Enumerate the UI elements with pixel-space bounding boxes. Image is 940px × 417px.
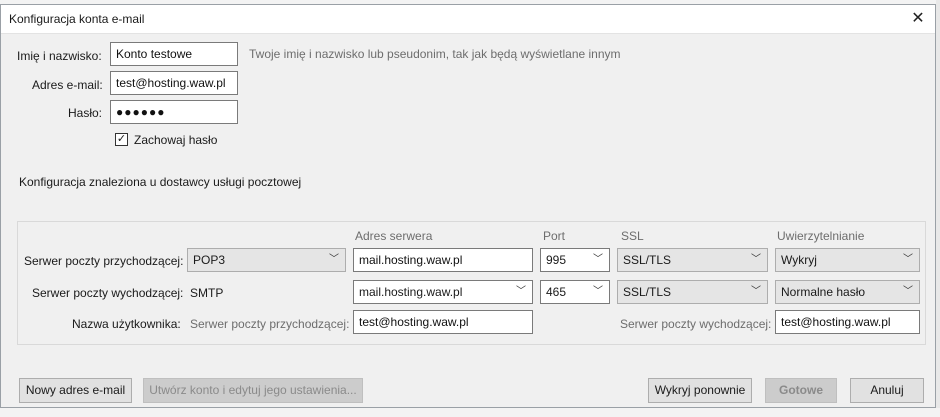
incoming-server-label: Serwer poczty przychodzącej:: [24, 254, 184, 268]
incoming-address-field[interactable]: mail.hosting.waw.pl: [353, 248, 533, 272]
chevron-down-icon: ﹀: [593, 254, 603, 265]
incoming-auth-select[interactable]: Wykryj ﹀: [775, 248, 920, 272]
username-outgoing-label: Serwer poczty wychodzącej:: [620, 317, 772, 331]
close-icon[interactable]: ✕: [907, 8, 929, 30]
outgoing-auth-value: Normalne hasło: [781, 285, 866, 299]
incoming-port-value: 995: [546, 253, 567, 267]
done-button[interactable]: Gotowe: [765, 378, 837, 403]
background-window-edge-bottom: [0, 408, 940, 417]
incoming-protocol-value: POP3: [193, 253, 226, 267]
account-setup-dialog: Konfiguracja konta e-mail ✕ Imię i nazwi…: [0, 4, 936, 408]
outgoing-ssl-select[interactable]: SSL/TLS ﹀: [617, 280, 768, 304]
new-email-button[interactable]: Nowy adres e-mail: [19, 378, 132, 403]
remember-password-label[interactable]: Zachowaj hasło: [134, 133, 217, 147]
remember-password-checkbox[interactable]: ✓: [115, 133, 128, 146]
incoming-port-select[interactable]: 995 ﹀: [540, 248, 610, 272]
chevron-down-icon: ﹀: [751, 286, 761, 297]
manual-config-button[interactable]: Utwórz konto i edytuj jego ustawienia...: [143, 378, 363, 403]
email-label: Adres e-mail:: [32, 78, 103, 92]
name-hint: Twoje imię i nazwisko lub pseudonim, tak…: [249, 47, 621, 61]
window-title: Konfiguracja konta e-mail: [9, 12, 145, 26]
name-label: Imię i nazwisko:: [17, 49, 102, 63]
chevron-down-icon: ﹀: [751, 254, 761, 265]
outgoing-port-value: 465: [546, 285, 567, 299]
header-server-address: Adres serwera: [355, 229, 433, 243]
password-label: Hasło:: [68, 106, 103, 120]
incoming-ssl-select[interactable]: SSL/TLS ﹀: [617, 248, 768, 272]
email-field[interactable]: test@hosting.waw.pl: [110, 71, 238, 95]
outgoing-protocol: SMTP: [190, 286, 224, 300]
title-bar: Konfiguracja konta e-mail ✕: [1, 5, 935, 34]
cancel-button[interactable]: Anuluj: [850, 378, 924, 403]
incoming-ssl-value: SSL/TLS: [623, 253, 672, 267]
outgoing-auth-select[interactable]: Normalne hasło ﹀: [775, 280, 920, 304]
password-field[interactable]: ●●●●●●: [110, 100, 238, 124]
username-incoming-label: Serwer poczty przychodzącej:: [190, 317, 350, 331]
chevron-down-icon: ﹀: [903, 254, 913, 265]
chevron-down-icon: ﹀: [516, 286, 526, 297]
header-authentication: Uwierzytelnianie: [777, 229, 865, 243]
outgoing-address-select[interactable]: mail.hosting.waw.pl ﹀: [353, 280, 533, 304]
check-icon: ✓: [116, 133, 127, 145]
chevron-down-icon: ﹀: [329, 254, 339, 265]
name-field[interactable]: Konto testowe: [110, 42, 238, 66]
outgoing-username-field[interactable]: test@hosting.waw.pl: [775, 310, 920, 334]
config-status-text: Konfiguracja znaleziona u dostawcy usług…: [19, 175, 302, 189]
outgoing-ssl-value: SSL/TLS: [623, 285, 672, 299]
header-ssl: SSL: [621, 229, 644, 243]
incoming-username-field[interactable]: test@hosting.waw.pl: [353, 310, 533, 334]
chevron-down-icon: ﹀: [903, 286, 913, 297]
incoming-protocol-select[interactable]: POP3 ﹀: [187, 248, 346, 272]
background-window-scrollbar: [936, 0, 940, 417]
header-port: Port: [543, 229, 566, 243]
redetect-button[interactable]: Wykryj ponownie: [648, 378, 752, 403]
incoming-auth-value: Wykryj: [781, 253, 817, 267]
outgoing-port-select[interactable]: 465 ﹀: [540, 280, 610, 304]
chevron-down-icon: ﹀: [593, 286, 603, 297]
outgoing-address-value: mail.hosting.waw.pl: [359, 285, 463, 299]
username-label: Nazwa użytkownika:: [72, 317, 181, 331]
outgoing-server-label: Serwer poczty wychodzącej:: [32, 286, 184, 300]
